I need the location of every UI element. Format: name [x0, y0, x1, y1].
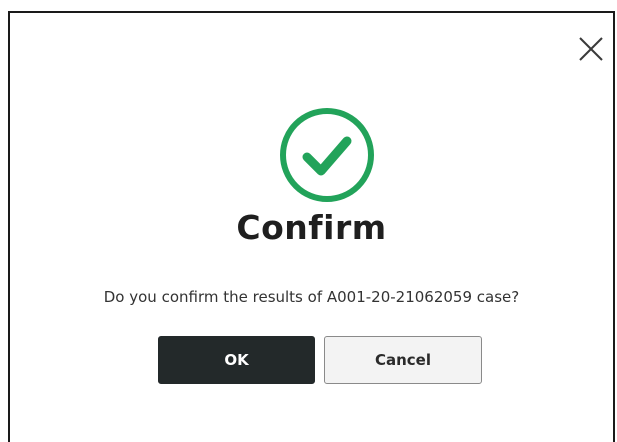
confirm-dialog: Confirm Do you confirm the results of A0… [8, 11, 615, 442]
dialog-title: Confirm [236, 208, 387, 247]
close-icon[interactable] [577, 35, 605, 63]
check-circle-icon [279, 107, 375, 203]
ok-button[interactable]: OK [158, 336, 315, 384]
cancel-button[interactable]: Cancel [324, 336, 482, 384]
ok-button-label: OK [224, 351, 249, 369]
dialog-message: Do you confirm the results of A001-20-21… [103, 288, 520, 306]
cancel-button-label: Cancel [374, 351, 431, 369]
